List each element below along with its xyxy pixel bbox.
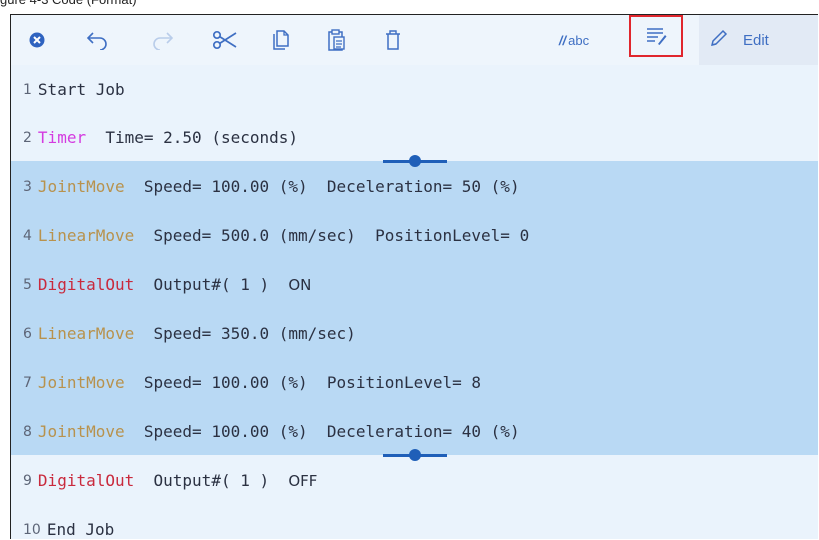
command-keyword: End Job <box>46 520 115 539</box>
close-button[interactable] <box>17 15 57 65</box>
line-number: 4 <box>23 227 32 244</box>
command-keyword: LinearMove <box>37 324 135 343</box>
code-line-5[interactable]: 5 DigitalOut Output#( 1 ) ON <box>11 260 818 309</box>
command-params: Speed= 100.00 (%) PositionLevel= 8 <box>124 373 482 392</box>
delete-button[interactable] <box>369 15 417 65</box>
command-params: Time= 2.50 (seconds) <box>86 128 299 147</box>
command-keyword: LinearMove <box>37 226 135 245</box>
paste-button[interactable] <box>313 15 361 65</box>
edit-button[interactable]: Edit <box>699 15 818 65</box>
command-params: Output#( 1 ) <box>134 275 289 294</box>
line-number: 6 <box>23 325 32 342</box>
code-line-3[interactable]: 3 JointMove Speed= 100.00 (%) Deceleratio… <box>11 162 818 211</box>
selection-end-handle[interactable] <box>383 449 447 461</box>
comment-label: abc <box>568 32 590 48</box>
edit-label: Edit <box>743 31 769 49</box>
line-number: 5 <box>23 276 32 293</box>
command-keyword: JointMove <box>37 373 125 392</box>
command-keyword: DigitalOut <box>37 275 135 294</box>
command-params: Output#( 1 ) <box>134 471 289 490</box>
command-params: Speed= 350.0 (mm/sec) <box>134 324 356 343</box>
toolbar: //abc Edit <box>11 15 818 65</box>
code-line-10[interactable]: 10 End Job <box>11 505 818 539</box>
redo-icon <box>151 30 175 50</box>
code-line-4[interactable]: 4 LinearMove Speed= 500.0 (mm/sec) Positi… <box>11 211 818 260</box>
copy-icon <box>271 29 291 51</box>
command-keyword: JointMove <box>37 177 125 196</box>
command-keyword: DigitalOut <box>37 471 135 490</box>
code-line-7[interactable]: 7 JointMove Speed= 100.00 (%) PositionLev… <box>11 358 818 407</box>
output-state: OFF <box>288 471 318 490</box>
redo-button[interactable] <box>139 15 187 65</box>
line-number: 8 <box>23 423 32 440</box>
command-keyword: Timer <box>37 128 87 147</box>
format-button-highlight <box>629 15 683 57</box>
command-params: Speed= 100.00 (%) Deceleration= 50 (%) <box>124 177 520 196</box>
cut-icon <box>212 30 238 50</box>
command-keyword: Start Job <box>37 80 125 99</box>
delete-icon <box>384 29 402 51</box>
paste-icon <box>327 28 347 52</box>
line-number: 10 <box>23 521 41 538</box>
code-area[interactable]: 1 Start Job 2 Timer Time= 2.50 (seconds) 3… <box>11 65 818 539</box>
code-line-1[interactable]: 1 Start Job <box>11 65 818 114</box>
code-line-9[interactable]: 9 DigitalOut Output#( 1 ) OFF <box>11 456 818 505</box>
line-number: 7 <box>23 374 32 391</box>
command-params: Speed= 100.00 (%) Deceleration= 40 (%) <box>124 422 520 441</box>
selection-start-handle[interactable] <box>383 155 447 167</box>
line-number: 9 <box>23 472 32 489</box>
cut-button[interactable] <box>201 15 249 65</box>
command-params: Speed= 500.0 (mm/sec) PositionLevel= 0 <box>134 226 530 245</box>
code-line-6[interactable]: 6 LinearMove Speed= 350.0 (mm/sec) <box>11 309 818 358</box>
comment-button[interactable]: //abc <box>545 15 603 65</box>
close-circle-icon <box>29 32 45 48</box>
undo-icon <box>85 30 109 50</box>
comment-icon: // <box>558 32 567 48</box>
line-number: 1 <box>23 81 32 98</box>
copy-button[interactable] <box>257 15 305 65</box>
output-state: ON <box>288 275 312 294</box>
line-number: 2 <box>23 129 32 146</box>
undo-button[interactable] <box>73 15 121 65</box>
code-editor-window: //abc Edit 1 Start Job 2 Timer Time= 2.50 … <box>10 14 818 539</box>
command-keyword: JointMove <box>37 422 125 441</box>
line-number: 3 <box>23 178 32 195</box>
pencil-icon <box>709 28 743 52</box>
figure-caption: gure 4-3 Code (Format) <box>0 0 200 8</box>
